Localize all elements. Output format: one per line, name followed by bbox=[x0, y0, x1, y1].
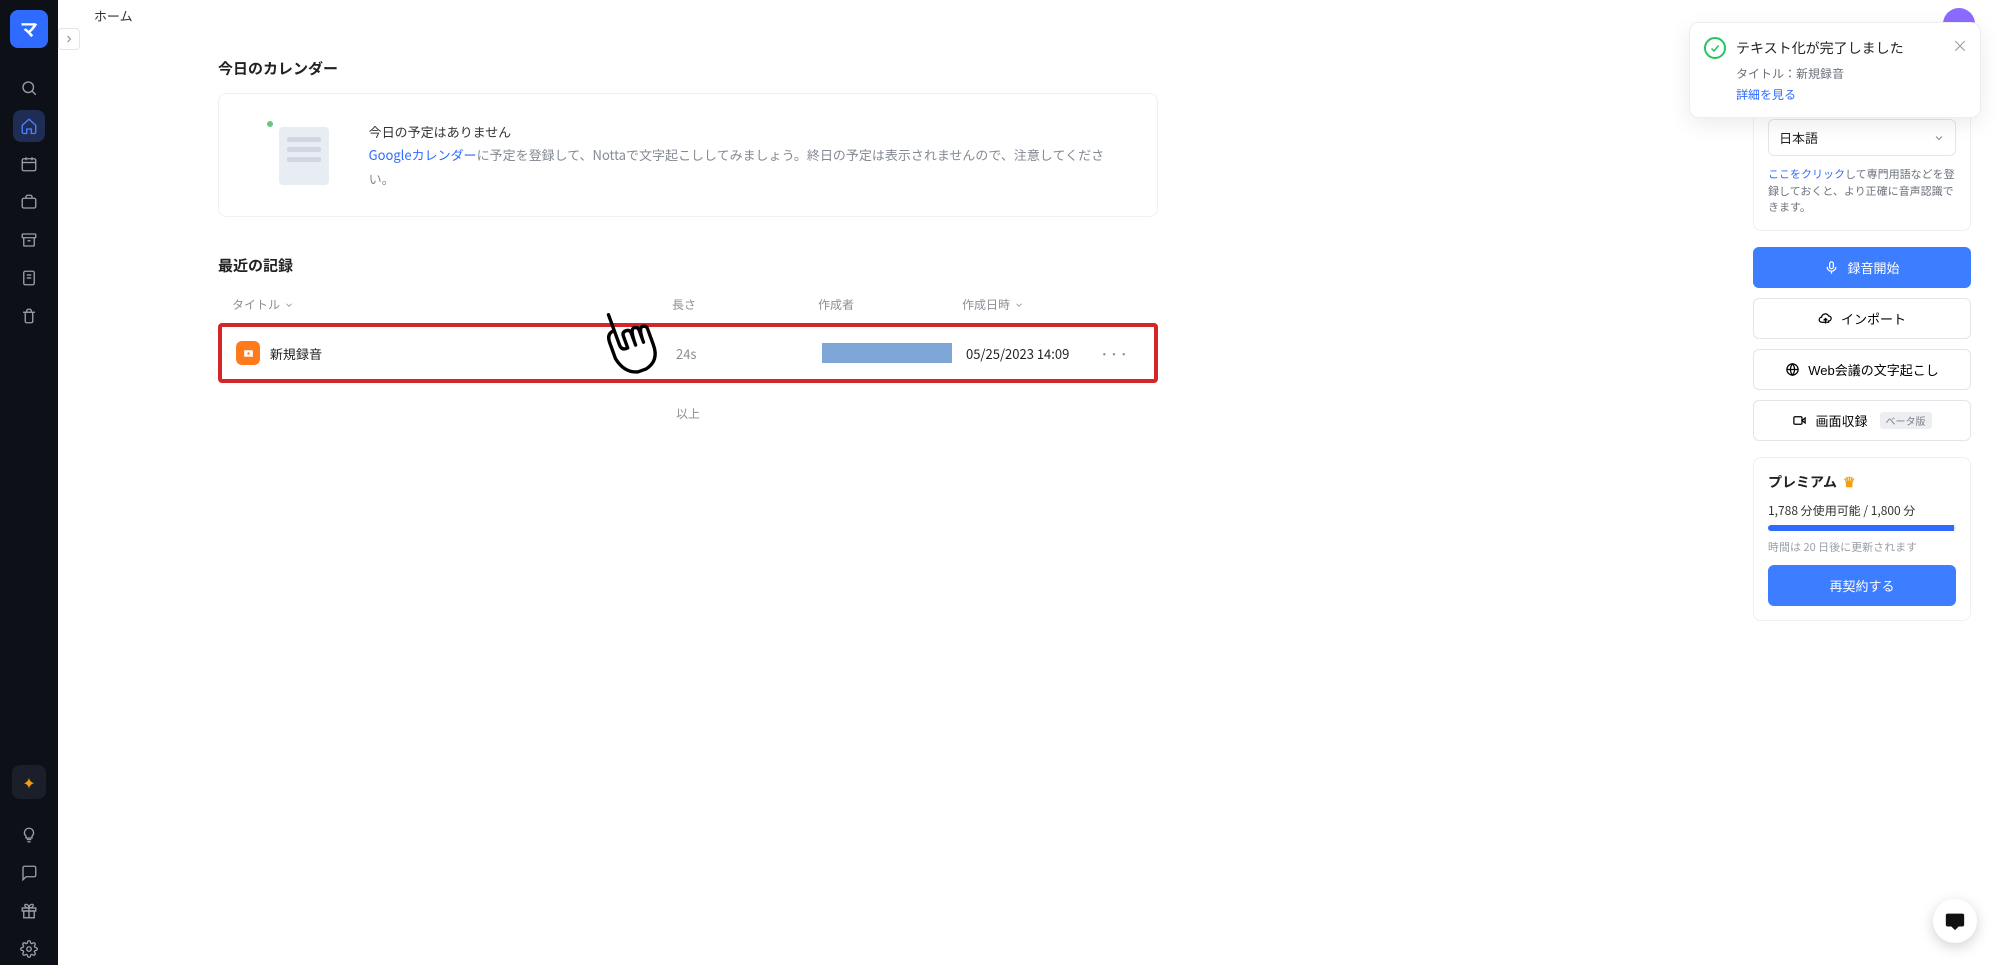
redacted-creator bbox=[822, 343, 952, 363]
col-length-label: 長さ bbox=[672, 296, 696, 313]
right-panel: 文字起 日本語 ここをクリックして専門用語などを登録しておくと、より正確に音声認… bbox=[1753, 72, 1971, 621]
calendar-empty-card: 今日の予定はありません Googleカレンダーに予定を登録して、Nottaで文字… bbox=[218, 93, 1158, 217]
chevron-right-icon bbox=[63, 33, 75, 45]
nav-home[interactable] bbox=[13, 110, 45, 142]
nav-notes[interactable] bbox=[13, 262, 45, 294]
calendar-section-title: 今日のカレンダー bbox=[218, 58, 1158, 79]
note-icon bbox=[20, 269, 38, 287]
archive-icon bbox=[20, 231, 38, 249]
app-logo[interactable]: マ bbox=[10, 10, 48, 48]
nav-archive[interactable] bbox=[13, 224, 45, 256]
premium-renew-note: 時間は 20 日後に更新されます bbox=[1768, 539, 1956, 555]
nav-help-tip[interactable] bbox=[13, 819, 45, 851]
nav-calendar[interactable] bbox=[13, 148, 45, 180]
microphone-icon bbox=[1824, 260, 1839, 275]
video-icon bbox=[1792, 413, 1807, 428]
left-sidebar: マ ✦ bbox=[0, 0, 58, 965]
beta-badge: ベータ版 bbox=[1880, 412, 1932, 429]
web-meeting-label: Web会議の文字起こし bbox=[1808, 360, 1939, 379]
nav-trash[interactable] bbox=[13, 300, 45, 332]
col-creator-label: 作成者 bbox=[818, 296, 854, 313]
calendar-headline: 今日の予定はありません bbox=[369, 120, 1127, 143]
recontract-label: 再契約する bbox=[1829, 576, 1894, 595]
language-select[interactable]: 日本語 bbox=[1768, 119, 1956, 156]
chevron-down-icon bbox=[284, 300, 294, 310]
toast-subtitle: タイトル：新規録音 bbox=[1736, 65, 1964, 82]
nav-settings[interactable] bbox=[13, 933, 45, 965]
premium-title-label: プレミアム bbox=[1768, 472, 1837, 492]
chevron-down-icon bbox=[1014, 300, 1024, 310]
sidebar-collapse-toggle[interactable] bbox=[58, 28, 80, 50]
search-icon bbox=[20, 79, 38, 97]
gift-icon bbox=[20, 902, 38, 920]
web-meeting-button[interactable]: Web会議の文字起こし bbox=[1753, 349, 1971, 390]
nav-search[interactable] bbox=[13, 72, 45, 104]
col-title[interactable]: タイトル bbox=[232, 296, 672, 313]
record-creator bbox=[822, 343, 966, 363]
language-selected-label: 日本語 bbox=[1779, 128, 1818, 147]
help-fab[interactable] bbox=[1933, 899, 1977, 943]
calendar-empty-text: 今日の予定はありません Googleカレンダーに予定を登録して、Nottaで文字… bbox=[369, 120, 1127, 190]
crown-icon: ♛ bbox=[1843, 472, 1856, 492]
recontract-button[interactable]: 再契約する bbox=[1768, 565, 1956, 606]
premium-usage: 1,788 分使用可能 / 1,800 分 bbox=[1768, 502, 1956, 519]
sparkle-icon: ✦ bbox=[22, 770, 35, 794]
start-recording-button[interactable]: 録音開始 bbox=[1753, 247, 1971, 288]
nav-gift[interactable] bbox=[13, 895, 45, 927]
lightbulb-icon bbox=[20, 826, 38, 844]
col-created-at[interactable]: 作成日時 bbox=[962, 296, 1094, 313]
recording-icon bbox=[236, 341, 260, 365]
record-more-button[interactable]: ··· bbox=[1090, 344, 1140, 363]
start-recording-label: 録音開始 bbox=[1847, 258, 1899, 277]
toast-close-button[interactable]: × bbox=[1952, 33, 1968, 57]
transcription-complete-toast: × テキスト化が完了しました タイトル：新規録音 詳細を見る bbox=[1689, 22, 1981, 118]
premium-progress-bar bbox=[1768, 525, 1954, 531]
records-end-marker: 以上 bbox=[218, 405, 1158, 422]
record-row-highlighted[interactable]: 新規録音 24s 05/25/2023 14:09 ··· bbox=[218, 323, 1158, 383]
import-label: インポート bbox=[1841, 309, 1906, 328]
nav-ai-sparkle[interactable]: ✦ bbox=[12, 765, 46, 799]
toast-detail-link[interactable]: 詳細を見る bbox=[1736, 86, 1964, 103]
chat-bubble-icon bbox=[1944, 910, 1966, 932]
col-created-at-label: 作成日時 bbox=[962, 296, 1010, 313]
record-created-at: 05/25/2023 14:09 bbox=[966, 344, 1090, 363]
col-creator: 作成者 bbox=[818, 296, 962, 313]
success-check-icon bbox=[1704, 37, 1726, 59]
chevron-down-icon bbox=[1933, 132, 1945, 144]
records-section-title: 最近の記録 bbox=[218, 255, 1158, 276]
action-button-stack: 録音開始 インポート Web会議の文字起こし 画面収録 ベータ版 bbox=[1753, 247, 1971, 441]
nav-folder[interactable] bbox=[13, 186, 45, 218]
chat-icon bbox=[20, 864, 38, 882]
vocabulary-help-text: ここをクリックして専門用語などを登録しておくと、より正確に音声認識できます。 bbox=[1768, 166, 1956, 216]
col-length: 長さ bbox=[672, 296, 818, 313]
upload-cloud-icon bbox=[1818, 311, 1833, 326]
trash-icon bbox=[20, 307, 38, 325]
home-icon bbox=[20, 117, 38, 135]
briefcase-icon bbox=[20, 193, 38, 211]
records-table-header: タイトル 長さ 作成者 作成日時 bbox=[218, 290, 1158, 323]
calendar-illustration bbox=[249, 125, 335, 185]
main-content: 今日のカレンダー 今日の予定はありません Googleカレンダーに予定を登録して… bbox=[58, 0, 1999, 965]
premium-progress bbox=[1768, 525, 1956, 531]
col-title-label: タイトル bbox=[232, 296, 280, 313]
vocabulary-register-link[interactable]: ここをクリック bbox=[1768, 166, 1845, 182]
record-title: 新規録音 bbox=[270, 344, 322, 363]
globe-icon bbox=[1785, 362, 1800, 377]
calendar-icon bbox=[20, 155, 38, 173]
google-calendar-link[interactable]: Googleカレンダー bbox=[369, 145, 477, 164]
toast-message: テキスト化が完了しました bbox=[1736, 38, 1904, 58]
gear-icon bbox=[20, 940, 38, 958]
screen-record-button[interactable]: 画面収録 ベータ版 bbox=[1753, 400, 1971, 441]
screen-record-label: 画面収録 bbox=[1815, 411, 1867, 430]
premium-card: プレミアム ♛ 1,788 分使用可能 / 1,800 分 時間は 20 日後に… bbox=[1753, 457, 1971, 621]
import-button[interactable]: インポート bbox=[1753, 298, 1971, 339]
calendar-subtext: に予定を登録して、Nottaで文字起こししてみましょう。終日の予定は表示されませ… bbox=[369, 145, 1105, 187]
nav-feedback[interactable] bbox=[13, 857, 45, 889]
record-length: 24s bbox=[676, 344, 822, 363]
